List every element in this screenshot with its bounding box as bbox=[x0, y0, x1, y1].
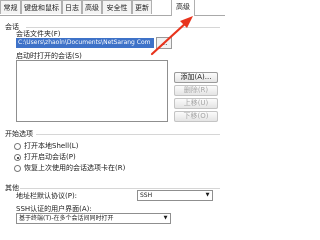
browse-button[interactable]: ... bbox=[156, 37, 172, 49]
radio-label: 打开启动会话(P) bbox=[24, 153, 76, 161]
delete-button[interactable]: 删除(R) bbox=[174, 85, 218, 96]
other-divider bbox=[20, 188, 220, 189]
chevron-down-icon: ▼ bbox=[163, 215, 168, 221]
startup-sessions-list[interactable] bbox=[16, 60, 168, 122]
tab-strip: 常规 键盘和鼠标 日志 高级 安全性 更新 高级 bbox=[0, 0, 225, 16]
tab-update[interactable]: 更新 bbox=[132, 0, 152, 14]
move-up-button[interactable]: 上移(U) bbox=[174, 98, 218, 109]
tab-advanced-1[interactable]: 高级 bbox=[82, 0, 102, 14]
tab-keyboard-mouse[interactable]: 键盘和鼠标 bbox=[21, 0, 62, 14]
tab-log[interactable]: 日志 bbox=[62, 0, 82, 14]
ssh-ui-select[interactable]: 基于终端(T)-在多个会话间同时打开 ▼ bbox=[16, 213, 171, 224]
radio-button-checked[interactable] bbox=[14, 154, 21, 161]
selected-value: 基于终端(T)-在多个会话间同时打开 bbox=[19, 215, 114, 222]
radio-button[interactable] bbox=[14, 165, 21, 172]
add-button[interactable]: 添加(A)... bbox=[174, 72, 218, 83]
radio-label: 打开本地Shell(L) bbox=[24, 142, 79, 150]
address-bar-protocol-select[interactable]: SSH ▼ bbox=[137, 190, 213, 201]
chevron-down-icon: ▼ bbox=[205, 192, 210, 198]
tab-advanced[interactable]: 高级 bbox=[171, 0, 195, 16]
session-folder-input[interactable]: C:\Users\zhaoln\Documents\NetSarang Com bbox=[16, 38, 154, 48]
address-bar-protocol-label: 地址栏默认协议(P): bbox=[16, 192, 78, 200]
tab-security[interactable]: 安全性 bbox=[102, 0, 132, 14]
tab-general[interactable]: 常规 bbox=[0, 0, 21, 14]
radio-button[interactable] bbox=[14, 143, 21, 150]
selected-value: SSH bbox=[140, 192, 153, 199]
session-divider bbox=[26, 27, 220, 28]
startup-divider bbox=[36, 134, 220, 135]
radio-label: 恢复上次使用的会话选项卡在(R) bbox=[24, 164, 126, 172]
startup-section-title: 开始选项 bbox=[5, 130, 33, 138]
move-down-button[interactable]: 下移(O) bbox=[174, 111, 218, 122]
